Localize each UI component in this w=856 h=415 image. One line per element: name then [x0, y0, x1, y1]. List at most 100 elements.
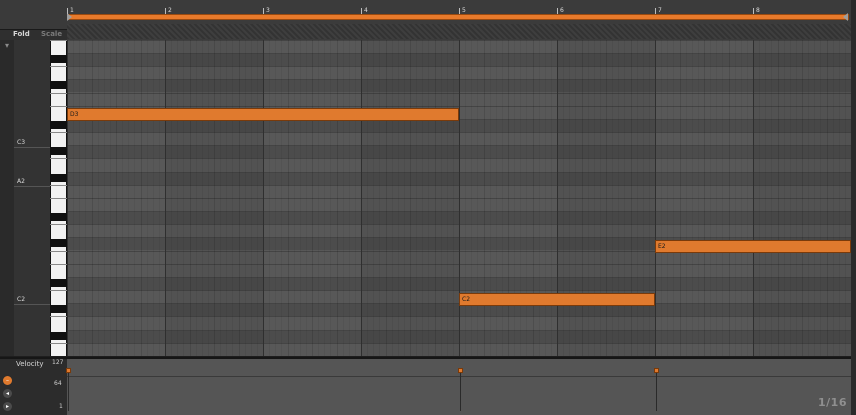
- subdivision-line: [226, 40, 228, 356]
- ruler-tick: [165, 8, 166, 14]
- black-key[interactable]: [50, 55, 67, 64]
- white-key-separator: [50, 92, 67, 94]
- subdivision-line: [563, 40, 565, 356]
- key-label-c3: C3: [17, 139, 26, 146]
- key-label-divider: [14, 147, 50, 148]
- piano-roll-grid[interactable]: D3 C2 E2: [67, 40, 851, 356]
- subdivision-line: [73, 40, 75, 356]
- beat-line: [336, 40, 338, 356]
- scale-button[interactable]: Scale: [41, 30, 62, 38]
- beat-line: [508, 40, 509, 356]
- black-key[interactable]: [50, 213, 67, 222]
- beat-line: [410, 40, 411, 356]
- black-key[interactable]: [50, 278, 67, 287]
- left-tool-column: [0, 40, 15, 356]
- subdivision-line: [795, 40, 797, 356]
- velocity-lane[interactable]: [67, 357, 851, 415]
- subdivision-line: [587, 40, 589, 356]
- black-key[interactable]: [50, 120, 67, 129]
- subdivision-line: [416, 40, 418, 356]
- subdivision-line: [183, 40, 185, 356]
- ruler-tick: [655, 8, 656, 14]
- subdivision-line: [146, 40, 148, 356]
- subdivision-line: [232, 40, 234, 356]
- white-key-separator: [50, 342, 67, 344]
- black-key[interactable]: [50, 239, 67, 248]
- fold-button[interactable]: Fold: [13, 30, 30, 38]
- subdivision-line: [544, 40, 546, 356]
- note-label: D3: [70, 111, 79, 118]
- velocity-guide-line: [67, 376, 851, 377]
- subdivision-line: [293, 40, 295, 356]
- subdivision-line: [158, 40, 160, 356]
- beat-line: [630, 40, 632, 356]
- beat-line: [826, 40, 828, 356]
- beat-line: [483, 40, 485, 356]
- black-key[interactable]: [50, 305, 67, 314]
- subdivision-line: [446, 40, 448, 356]
- ruler-bar-number: 4: [364, 7, 368, 14]
- subdivision-line: [599, 40, 601, 356]
- loop-start-marker-icon[interactable]: [67, 13, 72, 21]
- subdivision-line: [765, 40, 767, 356]
- subdivision-line: [832, 40, 834, 356]
- arrow-icon[interactable]: ◂: [3, 389, 12, 398]
- subdivision-line: [697, 40, 699, 356]
- bar-line: [655, 40, 656, 356]
- subdivision-line: [97, 40, 99, 356]
- subdivision-line: [673, 40, 675, 356]
- right-scroll-edge[interactable]: [851, 0, 856, 415]
- beat-line: [116, 40, 117, 356]
- play-icon[interactable]: ▸: [3, 402, 12, 411]
- velocity-handle[interactable]: [654, 368, 659, 374]
- subdivision-line: [734, 40, 736, 356]
- subdivision-line: [348, 40, 350, 356]
- subdivision-line: [667, 40, 669, 356]
- loop-end-marker-icon[interactable]: [843, 13, 848, 21]
- velocity-handle[interactable]: [66, 368, 71, 374]
- subdivision-line: [128, 40, 130, 356]
- subdivision-line: [740, 40, 742, 356]
- subdivision-line: [171, 40, 173, 356]
- timeline-ruler[interactable]: 1 2 3 4 5 6 7 8: [67, 0, 851, 41]
- subdivision-line: [85, 40, 87, 356]
- white-key-separator: [50, 66, 67, 68]
- subdivision-line: [281, 40, 283, 356]
- subdivision-line: [820, 40, 822, 356]
- beat-line: [91, 40, 93, 356]
- midi-note[interactable]: C2: [459, 293, 655, 306]
- black-key[interactable]: [50, 173, 67, 182]
- pin-icon[interactable]: ▾: [3, 42, 11, 50]
- beat-line: [238, 40, 240, 356]
- ruler-tick: [263, 8, 264, 14]
- midi-note[interactable]: E2: [655, 240, 851, 253]
- subdivision-line: [477, 40, 479, 356]
- subdivision-line: [624, 40, 626, 356]
- subdivision-line: [342, 40, 344, 356]
- subdivision-line: [514, 40, 516, 356]
- black-key[interactable]: [50, 331, 67, 340]
- grid-resolution-label[interactable]: 1/16: [818, 396, 847, 409]
- subdivision-line: [526, 40, 528, 356]
- velocity-toggle-icon[interactable]: –: [3, 376, 12, 385]
- bar-line: [67, 40, 68, 356]
- beat-line: [581, 40, 583, 356]
- subdivision-line: [612, 40, 614, 356]
- midi-note[interactable]: D3: [67, 108, 459, 121]
- subdivision-line: [569, 40, 571, 356]
- velocity-stem: [656, 370, 657, 411]
- subdivision-line: [134, 40, 136, 356]
- white-key-separator: [50, 224, 67, 226]
- white-key-separator: [50, 184, 67, 186]
- black-key[interactable]: [50, 81, 67, 90]
- subdivision-line: [122, 40, 124, 356]
- subdivision-line: [789, 40, 791, 356]
- velocity-title: Velocity: [16, 360, 44, 368]
- white-key-separator: [50, 263, 67, 265]
- loop-brace[interactable]: [68, 14, 849, 20]
- subdivision-line: [808, 40, 810, 356]
- loop-hatch-strip: [67, 24, 851, 39]
- subdivision-line: [299, 40, 301, 356]
- black-key[interactable]: [50, 147, 67, 156]
- velocity-handle[interactable]: [458, 368, 463, 374]
